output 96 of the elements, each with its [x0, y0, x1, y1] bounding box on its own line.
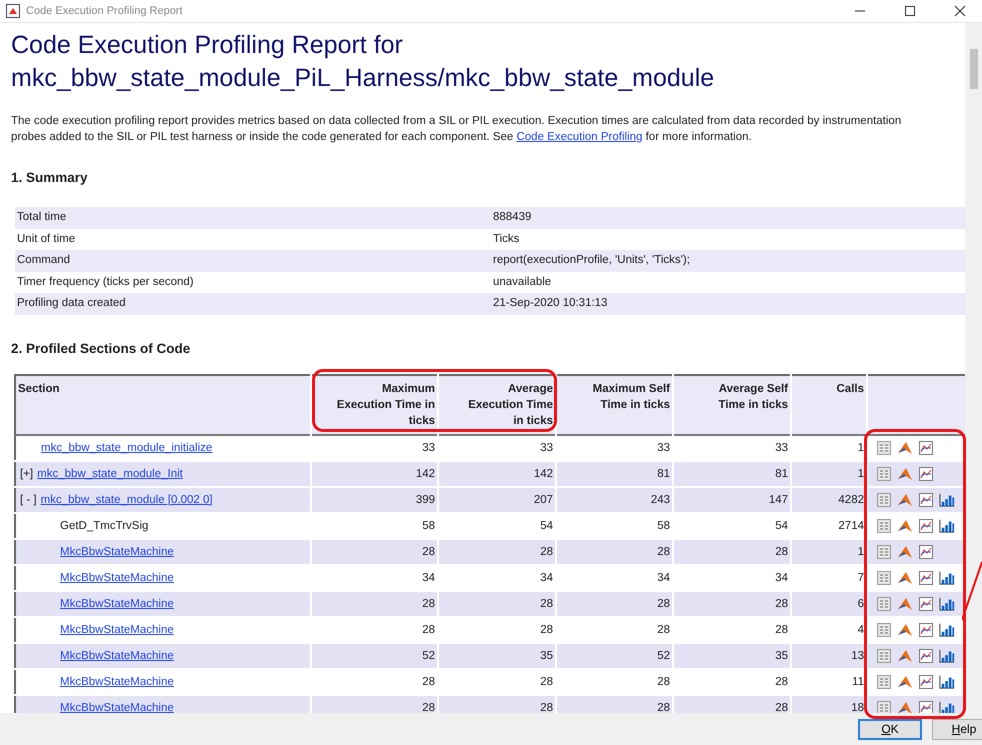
- line-plot-icon[interactable]: [918, 622, 934, 638]
- column-header: Maximum Self Time in ticks: [556, 374, 673, 435]
- scrollbar[interactable]: [965, 23, 982, 713]
- section-link[interactable]: MkcBbwStateMachine: [60, 650, 174, 662]
- peak-icon[interactable]: [897, 648, 913, 664]
- bar-chart-icon[interactable]: [939, 674, 955, 690]
- line-plot-icon[interactable]: [918, 596, 934, 612]
- line-plot-icon[interactable]: [918, 648, 934, 664]
- table-cell: 142: [311, 460, 438, 487]
- section-heading: 1. Summary: [11, 170, 89, 185]
- line-plot-icon[interactable]: [918, 544, 934, 560]
- line-plot-icon[interactable]: [918, 570, 934, 586]
- column-header: Average Execution Time in ticks: [438, 374, 556, 435]
- summary-label: Command: [15, 250, 491, 272]
- table-cell: 207: [438, 486, 556, 513]
- line-plot-icon[interactable]: [918, 440, 934, 456]
- section-link[interactable]: MkcBbwStateMachine: [60, 546, 174, 558]
- report-icon[interactable]: [876, 570, 892, 586]
- section-name: GetD_TmcTrvSig: [60, 520, 148, 532]
- expand-toggle[interactable]: [+]: [20, 468, 34, 480]
- section-link[interactable]: mkc_bbw_state_module [0.002 0]: [40, 494, 213, 506]
- bar-chart-icon[interactable]: [939, 570, 955, 586]
- column-header: Section: [15, 374, 311, 435]
- peak-icon[interactable]: [897, 492, 913, 508]
- report-icon[interactable]: [876, 674, 892, 690]
- summary-value: report(executionProfile, 'Units', 'Ticks');: [491, 250, 965, 272]
- dialog-button[interactable]: OK: [858, 718, 922, 740]
- bar-chart-icon[interactable]: [939, 492, 955, 508]
- bar-chart-icon[interactable]: [939, 622, 955, 638]
- peak-icon[interactable]: [897, 622, 913, 638]
- report-icon[interactable]: [876, 466, 892, 482]
- report-icon[interactable]: [876, 544, 892, 560]
- table-cell: 28: [438, 538, 556, 565]
- line-plot-icon[interactable]: [918, 518, 934, 534]
- summary-value: 888439: [491, 207, 965, 229]
- section-link[interactable]: mkc_bbw_state_module_initialize: [41, 442, 212, 454]
- expand-toggle[interactable]: [ - ]: [20, 494, 37, 506]
- summary-label: Total time: [15, 207, 491, 229]
- table-cell: 81: [673, 460, 791, 487]
- table-cell: 52: [311, 642, 438, 669]
- peak-icon[interactable]: [897, 544, 913, 560]
- table-cell: 28: [311, 590, 438, 617]
- peak-icon[interactable]: [897, 570, 913, 586]
- column-header: Maximum Execution Time in ticks: [311, 374, 438, 435]
- report-icon[interactable]: [876, 596, 892, 612]
- profiling-link[interactable]: Code Execution Profiling: [516, 131, 642, 143]
- dialog-button[interactable]: Help: [932, 718, 982, 740]
- line-plot-icon[interactable]: [918, 700, 934, 713]
- table-cell: 28: [556, 590, 673, 617]
- table-cell: 35: [438, 642, 556, 669]
- report-icon[interactable]: [876, 492, 892, 508]
- leader-line: [962, 560, 982, 622]
- report-icon[interactable]: [876, 622, 892, 638]
- summary-value: 21-Sep-2020 10:31:13: [491, 293, 965, 315]
- section-link[interactable]: MkcBbwStateMachine: [60, 702, 174, 713]
- table-cell: 52: [556, 642, 673, 669]
- summary-label: Profiling data created: [15, 293, 491, 315]
- section-link[interactable]: MkcBbwStateMachine: [60, 624, 174, 636]
- window-title: Code Execution Profiling Report: [26, 5, 184, 17]
- column-header: Average Self Time in ticks: [673, 374, 791, 435]
- peak-icon[interactable]: [897, 674, 913, 690]
- bar-chart-icon[interactable]: [939, 700, 955, 713]
- column-header: Calls: [791, 374, 867, 435]
- section-link[interactable]: MkcBbwStateMachine: [60, 572, 174, 584]
- section-heading: 2. Profiled Sections of Code: [11, 340, 192, 356]
- report-icon[interactable]: [876, 440, 892, 456]
- table-cell: 81: [556, 460, 673, 487]
- peak-icon[interactable]: [897, 440, 913, 456]
- bar-chart-icon[interactable]: [939, 648, 955, 664]
- table-cell: 28: [673, 538, 791, 565]
- peak-icon[interactable]: [897, 596, 913, 612]
- table-cell: 28: [556, 538, 673, 565]
- app-icon: [6, 4, 20, 18]
- bar-chart-icon[interactable]: [939, 518, 955, 534]
- table-cell: 142: [438, 460, 556, 487]
- bar-chart-icon[interactable]: [939, 596, 955, 612]
- report-title: Code Execution Profiling Report for mkc_bbw_state_module_PiL_Harness/mkc_bbw_state_module: [11, 30, 716, 94]
- table-cell: 147: [673, 486, 791, 513]
- line-plot-icon[interactable]: [918, 466, 934, 482]
- table-cell: 28: [673, 590, 791, 617]
- peak-icon[interactable]: [897, 466, 913, 482]
- report-icon[interactable]: [876, 700, 892, 713]
- intro-paragraph: The code execution profiling report provides metrics based on data collected from a SIL or PIL execution. Execution times are calculated from data recorded by instrumentation probes added to the SIL or PIL test harness or inside the code generated for each component. See Code Execution Profiling for more information.: [11, 114, 902, 145]
- table-cell: 28: [438, 590, 556, 617]
- table-cell: 243: [556, 486, 673, 513]
- peak-icon[interactable]: [897, 518, 913, 534]
- table-cell: 35: [673, 642, 791, 669]
- report-icon[interactable]: [876, 648, 892, 664]
- report-icon[interactable]: [876, 518, 892, 534]
- line-plot-icon[interactable]: [918, 492, 934, 508]
- table-cell: 28: [311, 538, 438, 565]
- section-link[interactable]: MkcBbwStateMachine: [60, 676, 174, 688]
- table-cell: 399: [311, 486, 438, 513]
- section-link[interactable]: mkc_bbw_state_module_Init: [37, 468, 183, 480]
- section-link[interactable]: MkcBbwStateMachine: [60, 598, 174, 610]
- line-plot-icon[interactable]: [918, 674, 934, 690]
